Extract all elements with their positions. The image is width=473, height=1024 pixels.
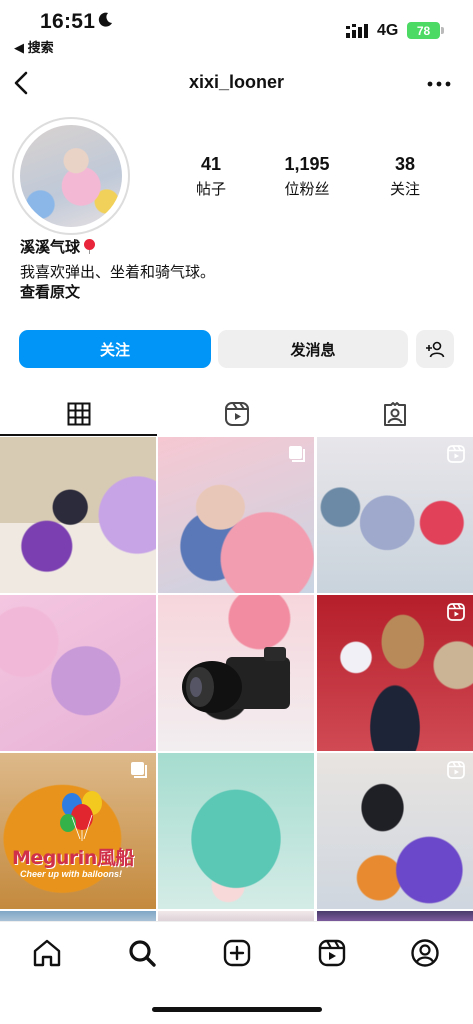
- tab-tagged[interactable]: [316, 392, 473, 436]
- grid-post[interactable]: [317, 753, 473, 909]
- tagged-icon: [383, 402, 406, 426]
- profile-tabs: [0, 392, 473, 436]
- grid-post[interactable]: Megurin風船 Cheer up with balloons!: [0, 753, 156, 909]
- grid-post[interactable]: [158, 595, 314, 751]
- search-icon[interactable]: [127, 938, 157, 968]
- moon-icon: [98, 12, 112, 27]
- add-user-button[interactable]: [416, 330, 454, 368]
- profile-nav-icon[interactable]: [410, 938, 440, 968]
- signal-icon: [346, 24, 368, 38]
- home-icon[interactable]: [32, 938, 62, 968]
- battery-level: 78: [416, 23, 431, 38]
- megurin-logo-subtext: Cheer up with balloons!: [20, 869, 123, 879]
- battery-tip: [441, 27, 444, 34]
- grid-post[interactable]: [0, 911, 156, 921]
- followers-stat[interactable]: 1,195 位粉丝: [262, 154, 352, 199]
- following-count: 38: [394, 154, 416, 174]
- battery-icon: 78: [407, 22, 440, 39]
- reel-badge-icon: [447, 761, 465, 779]
- grid-post[interactable]: [317, 911, 473, 921]
- tab-reels[interactable]: [158, 392, 315, 436]
- balloon-icon: [84, 239, 96, 254]
- status-time: 16:51: [40, 10, 96, 33]
- posts-grid: Megurin風船 Cheer up with balloons!: [0, 437, 473, 921]
- grid-post[interactable]: [158, 753, 314, 909]
- active-tab-indicator: [0, 434, 157, 436]
- create-post-icon[interactable]: [222, 938, 252, 968]
- follow-button[interactable]: 关注: [19, 330, 211, 368]
- grid-post[interactable]: [158, 437, 314, 593]
- reel-badge-icon: [447, 603, 465, 621]
- carousel-icon: [131, 762, 147, 778]
- grid-post[interactable]: [158, 911, 314, 921]
- message-button[interactable]: 发消息: [218, 330, 408, 368]
- camera-image: [182, 647, 290, 713]
- balloons-logo-image: [60, 791, 102, 841]
- posts-stat[interactable]: 41 帖子: [166, 154, 256, 199]
- megurin-logo-text: Megurin風船: [12, 847, 134, 869]
- back-to-app-link[interactable]: ◀ 搜索: [14, 37, 54, 56]
- tab-posts-grid[interactable]: [0, 392, 157, 436]
- bottom-nav: [0, 921, 473, 986]
- reels-nav-icon[interactable]: [317, 938, 347, 968]
- status-bar: 16:51 ◀ 搜索 4G 78: [0, 0, 473, 60]
- display-name: 溪溪气球: [20, 239, 81, 256]
- grid-post[interactable]: [317, 595, 473, 751]
- bio-text: 我喜欢弹出、坐着和骑气球。: [20, 264, 216, 281]
- network-type: 4G: [377, 22, 399, 39]
- add-user-icon: [426, 341, 445, 358]
- following-label: 关注: [389, 181, 420, 198]
- home-indicator[interactable]: [152, 1007, 322, 1012]
- more-options-icon[interactable]: [426, 80, 452, 88]
- following-stat[interactable]: 38 关注: [360, 154, 450, 199]
- posts-count: 41: [200, 154, 222, 174]
- carousel-icon: [289, 446, 305, 462]
- profile-username: xixi_looner: [188, 72, 285, 92]
- grid-post[interactable]: [317, 437, 473, 593]
- grid-icon: [67, 402, 90, 426]
- grid-post[interactable]: [0, 437, 156, 593]
- followers-count: 1,195: [284, 154, 330, 174]
- reel-badge-icon: [447, 445, 465, 463]
- followers-label: 位粉丝: [284, 181, 330, 198]
- avatar[interactable]: [20, 125, 122, 227]
- reels-icon: [224, 402, 249, 426]
- display-name-row: 溪溪气球: [20, 236, 96, 257]
- posts-label: 帖子: [195, 181, 226, 198]
- see-original-link[interactable]: 查看原文: [20, 281, 80, 302]
- grid-post[interactable]: [0, 595, 156, 751]
